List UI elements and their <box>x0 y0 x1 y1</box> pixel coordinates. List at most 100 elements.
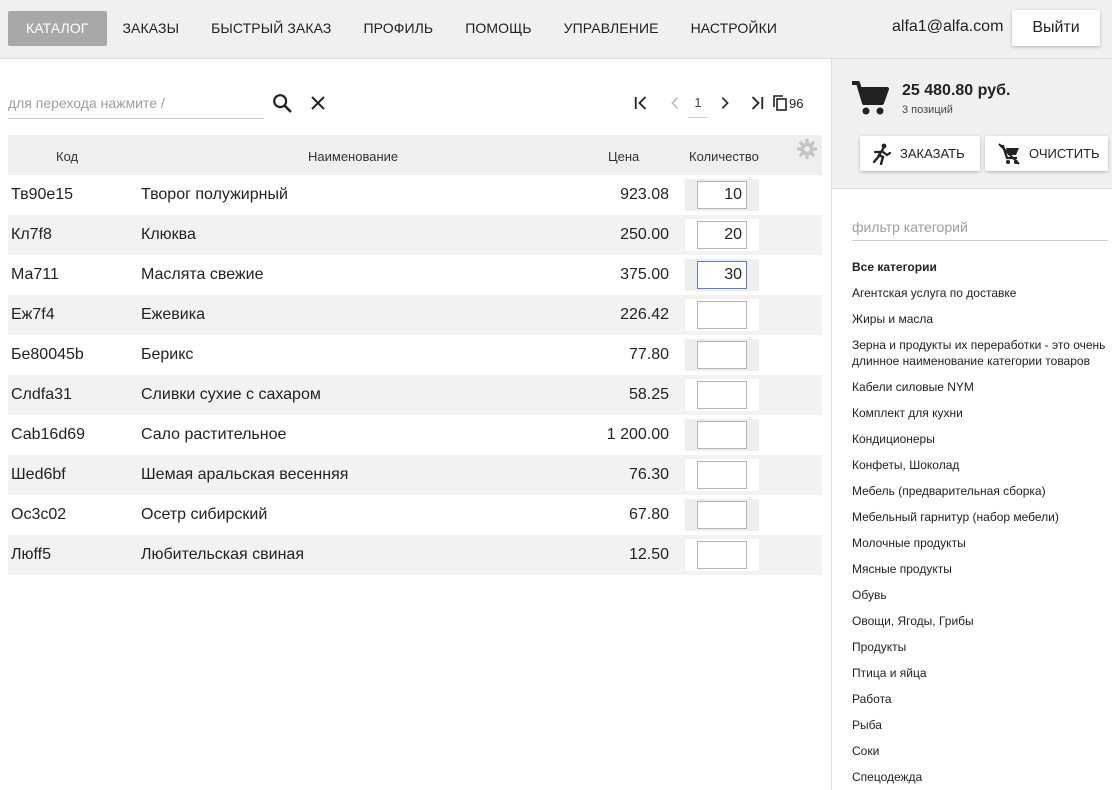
category-item[interactable]: Обувь <box>852 587 1108 603</box>
search-icon[interactable] <box>270 91 294 115</box>
category-item[interactable]: Агентская услуга по доставке <box>852 285 1108 301</box>
category-item[interactable]: Все категории <box>852 259 1108 275</box>
row-code: Тв90е15 <box>11 186 74 203</box>
category-item[interactable]: Зерна и продукты их переработки - это оч… <box>852 337 1108 369</box>
row-name: Маслята свежие <box>141 266 264 283</box>
column-header-code[interactable]: Код <box>56 149 78 164</box>
row-code: Саb16d69 <box>11 426 86 443</box>
table-body: Тв90е15 Творог полужирный 923.08 Кл7f8 Клюк… <box>8 175 822 575</box>
qty-input[interactable] <box>697 461 747 489</box>
order-button-label: ЗАКАЗАТЬ <box>900 146 965 161</box>
category-item[interactable]: Птица и яйца <box>852 665 1108 681</box>
copy-icon <box>772 94 788 112</box>
row-price: 375.00 <box>620 266 669 283</box>
runner-icon <box>872 143 892 165</box>
qty-input[interactable] <box>697 501 747 529</box>
column-header-qty[interactable]: Количество <box>689 149 759 164</box>
close-icon[interactable] <box>306 91 330 115</box>
row-price: 76.30 <box>628 466 669 483</box>
category-item[interactable]: Рыба <box>852 717 1108 733</box>
qty-input[interactable] <box>697 301 747 329</box>
table-row[interactable]: Ос3с02 Осетр сибирский 67.80 <box>8 495 822 535</box>
category-item[interactable]: Жиры и масла <box>852 311 1108 327</box>
cart-icon <box>850 79 890 117</box>
table-row[interactable]: Слdfa31 Сливки сухие с сахаром 58.25 <box>8 375 822 415</box>
qty-cell <box>685 259 759 291</box>
row-name: Сало растительное <box>141 426 287 443</box>
row-name: Творог полужирный <box>141 186 288 203</box>
row-code: Люff5 <box>11 546 51 563</box>
total-items-count: 96 <box>789 96 804 111</box>
table-row[interactable]: Люff5 Любительская свиная 12.50 <box>8 535 822 575</box>
category-item[interactable]: Спецодежда <box>852 769 1108 785</box>
qty-cell <box>685 419 759 451</box>
row-price: 77.80 <box>628 346 669 363</box>
row-code: Ма711 <box>11 266 59 283</box>
table-row[interactable]: Шеd6bf Шемая аральская весенняя 76.30 <box>8 455 822 495</box>
category-filter-wrap <box>852 214 1108 241</box>
category-item[interactable]: Мясные продукты <box>852 561 1108 577</box>
gear-icon[interactable] <box>796 138 818 160</box>
table-row[interactable]: Кл7f8 Клюква 250.00 <box>8 215 822 255</box>
last-page-icon[interactable] <box>746 92 768 114</box>
qty-input[interactable] <box>697 381 747 409</box>
nav-item-settings[interactable]: НАСТРОЙКИ <box>675 11 793 46</box>
row-code: Еж7f4 <box>11 306 55 323</box>
category-item[interactable]: Овощи, Ягоды, Грибы <box>852 613 1108 629</box>
table-row[interactable]: Ма711 Маслята свежие 375.00 <box>8 255 822 295</box>
qty-input[interactable] <box>697 541 747 569</box>
category-item[interactable]: Работа <box>852 691 1108 707</box>
category-item[interactable]: Молочные продукты <box>852 535 1108 551</box>
qty-input[interactable] <box>697 341 747 369</box>
category-item[interactable]: Соки <box>852 743 1108 759</box>
category-item[interactable]: Мебель (предварительная сборка) <box>852 483 1108 499</box>
column-header-name[interactable]: Наименование <box>308 149 398 164</box>
table-row[interactable]: Бе80045b Берикс 77.80 <box>8 335 822 375</box>
right-panel: 25 480.80 руб. 3 позиций ЗАКАЗАТЬ ОЧИСТИ… <box>831 59 1112 790</box>
clear-cart-button[interactable]: ОЧИСТИТЬ <box>985 136 1108 171</box>
next-page-icon[interactable] <box>714 92 736 114</box>
nav-item-help[interactable]: ПОМОЩЬ <box>449 11 547 46</box>
table-header: Код Наименование Цена Количество <box>8 135 822 175</box>
category-item[interactable]: Комплект для кухни <box>852 405 1108 421</box>
prev-page-icon[interactable] <box>664 92 686 114</box>
qty-input[interactable] <box>697 221 747 249</box>
nav-item-quick-order[interactable]: БЫСТРЫЙ ЗАКАЗ <box>195 11 347 46</box>
qty-input[interactable] <box>697 181 747 209</box>
category-item[interactable]: Кондиционеры <box>852 431 1108 447</box>
qty-input[interactable] <box>697 261 747 289</box>
row-price: 923.08 <box>620 186 669 203</box>
search-input[interactable] <box>8 88 264 118</box>
qty-cell <box>685 459 759 491</box>
qty-input[interactable] <box>697 421 747 449</box>
qty-cell <box>685 539 759 571</box>
clear-button-label: ОЧИСТИТЬ <box>1029 146 1100 161</box>
column-header-price[interactable]: Цена <box>608 149 639 164</box>
page-number[interactable]: 1 <box>688 90 708 118</box>
cart-summary: 25 480.80 руб. 3 позиций ЗАКАЗАТЬ ОЧИСТИ… <box>832 59 1112 189</box>
category-item[interactable]: Конфеты, Шоколад <box>852 457 1108 473</box>
nav-item-catalog[interactable]: КАТАЛОГ <box>8 11 107 46</box>
nav-item-orders[interactable]: ЗАКАЗЫ <box>107 11 196 46</box>
row-name: Осетр сибирский <box>141 506 268 523</box>
category-item[interactable]: Кабели силовые NYM <box>852 379 1108 395</box>
nav-item-profile[interactable]: ПРОФИЛЬ <box>347 11 449 46</box>
row-price: 250.00 <box>620 226 669 243</box>
category-item[interactable]: Мебельный гарнитур (набор мебели) <box>852 509 1108 525</box>
table-row[interactable]: Тв90е15 Творог полужирный 923.08 <box>8 175 822 215</box>
first-page-icon[interactable] <box>630 92 652 114</box>
table-row[interactable]: Саb16d69 Сало растительное 1 200.00 <box>8 415 822 455</box>
category-list: Все категории Агентская услуга по достав… <box>852 259 1108 790</box>
category-item[interactable]: Продукты <box>852 639 1108 655</box>
row-name: Шемая аральская весенняя <box>141 466 349 483</box>
remove-cart-icon <box>998 142 1020 165</box>
logout-button[interactable]: Выйти <box>1012 10 1100 46</box>
row-name: Любительская свиная <box>141 546 304 563</box>
row-name: Клюква <box>141 226 196 243</box>
order-button[interactable]: ЗАКАЗАТЬ <box>860 136 980 171</box>
table-row[interactable]: Еж7f4 Ежевика 226.42 <box>8 295 822 335</box>
row-price: 226.42 <box>620 306 669 323</box>
category-filter-input[interactable] <box>852 214 1108 240</box>
nav-item-management[interactable]: УПРАВЛЕНИЕ <box>548 11 675 46</box>
catalog-table: Код Наименование Цена Количество Тв90е15… <box>8 135 822 575</box>
